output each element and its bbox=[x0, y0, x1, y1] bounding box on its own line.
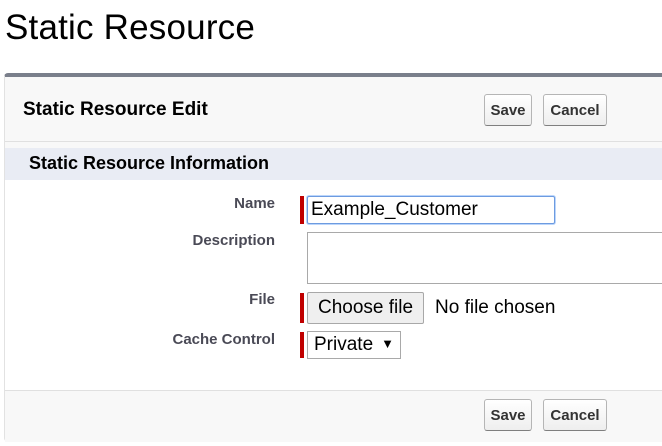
chevron-down-icon: ▼ bbox=[381, 336, 395, 351]
section-title: Static Resource Information bbox=[29, 153, 270, 173]
panel-footer: Save Cancel bbox=[5, 390, 662, 442]
file-label: File bbox=[249, 291, 275, 308]
page-title: Static Resource bbox=[5, 8, 256, 47]
description-label: Description bbox=[192, 232, 275, 249]
name-input[interactable] bbox=[307, 196, 555, 224]
cancel-button-bottom[interactable]: Cancel bbox=[543, 399, 607, 431]
name-label: Name bbox=[234, 195, 275, 212]
cache-control-label: Cache Control bbox=[172, 331, 275, 348]
section-header: Static Resource Information bbox=[5, 148, 662, 180]
save-button-bottom[interactable]: Save bbox=[484, 399, 532, 431]
choose-file-button[interactable]: Choose file bbox=[307, 292, 425, 324]
cache-control-required-marker bbox=[300, 332, 304, 358]
cache-control-select[interactable]: Private ▼ bbox=[307, 331, 402, 359]
file-required-marker bbox=[300, 293, 304, 323]
save-button-top[interactable]: Save bbox=[484, 94, 532, 126]
cancel-button-top[interactable]: Cancel bbox=[543, 94, 607, 126]
panel-header: Static Resource Edit Save Cancel bbox=[5, 77, 662, 142]
form-body: Name Description File Choose file No fil… bbox=[5, 180, 662, 390]
panel-heading: Static Resource Edit bbox=[23, 99, 208, 120]
file-status-text: No file chosen bbox=[435, 297, 556, 318]
description-textarea[interactable] bbox=[307, 232, 662, 284]
cache-control-selected-value: Private bbox=[314, 334, 374, 355]
name-required-marker bbox=[300, 196, 304, 224]
static-resource-edit-panel: Static Resource Edit Save Cancel Static … bbox=[4, 73, 662, 442]
